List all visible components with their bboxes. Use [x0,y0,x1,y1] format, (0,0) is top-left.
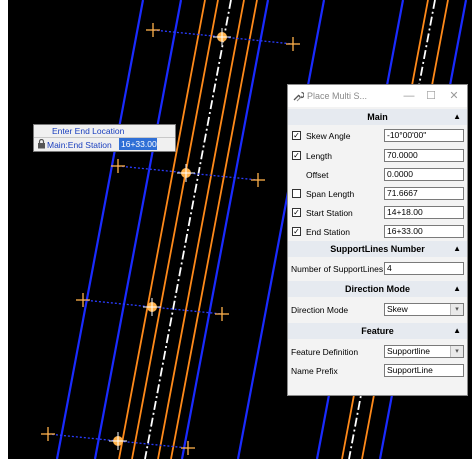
length-label: Length [306,151,332,161]
length-checkbox[interactable]: ✓ [292,151,301,160]
name-prefix-input[interactable]: SupportLine [384,364,464,377]
section-header-direction[interactable]: Direction Mode ▲ [288,281,467,297]
station-marker [177,164,195,182]
blue-boundary-line [180,0,270,459]
wrench-icon [293,91,304,102]
direction-mode-label: Direction Mode [291,305,349,315]
orange-lane-line [170,0,258,459]
support-endpoint-marker [251,173,265,187]
section-header-main[interactable]: Main ▲ [288,109,467,125]
blue-boundary-line [55,0,145,459]
blue-boundary-line [93,0,183,459]
section-header-supportlines[interactable]: SupportLines Number ▲ [288,241,467,257]
prompt-field-label: Main:End Station [47,140,112,150]
feature-definition-value: Supportline [387,346,431,356]
lock-icon[interactable] [37,139,46,149]
prompt-title: Enter End Location [52,126,125,136]
collapse-icon[interactable]: ▲ [453,281,461,297]
name-prefix-label: Name Prefix [291,366,338,376]
direction-mode-select[interactable]: Skew ▾ [384,303,464,316]
chevron-down-icon[interactable]: ▾ [450,304,463,315]
support-endpoint-marker [41,427,55,441]
feature-definition-select[interactable]: Supportline ▾ [384,345,464,358]
place-multi-supportlines-dialog: Place Multi S... — ☐ ✕ Main ▲ ✓ Skew Ang… [287,84,468,396]
start-station-input[interactable]: 14+18.00 [384,206,464,219]
collapse-icon[interactable]: ▲ [453,323,461,339]
prompt-field-input[interactable]: 16+33.00 [119,138,157,150]
centerline [144,0,232,459]
support-endpoint-marker [286,37,300,51]
end-station-checkbox[interactable]: ✓ [292,227,301,236]
orange-lane-line [131,0,219,459]
supportlines-number-label: Number of SupportLines [291,264,384,274]
end-station-input[interactable]: 16+33.00 [384,225,464,238]
support-endpoint-marker [215,307,229,321]
section-title-supportlines: SupportLines Number [330,244,425,254]
direction-mode-value: Skew [387,304,408,314]
span-length-label: Span Length [306,189,355,199]
supportlines-number-input[interactable]: 4 [384,262,464,275]
chevron-down-icon[interactable]: ▾ [450,346,463,357]
feature-definition-label: Feature Definition [291,347,359,357]
close-button[interactable]: ✕ [447,89,461,103]
minimize-button[interactable]: — [402,89,416,103]
dialog-titlebar[interactable]: Place Multi S... — ☐ ✕ [288,85,467,107]
maximize-button[interactable]: ☐ [424,89,438,103]
skew-angle-label: Skew Angle [306,131,351,141]
orange-lane-line [157,0,245,459]
section-title-main: Main [367,112,388,122]
support-endpoint-marker [146,23,160,37]
section-title-feature: Feature [361,326,394,336]
offset-label: Offset [306,170,329,180]
orange-lane-line [118,0,206,459]
end-station-label: End Station [306,227,350,237]
length-input[interactable]: 70.0000 [384,149,464,162]
dialog-title: Place Multi S... [307,91,368,101]
collapse-icon[interactable]: ▲ [453,241,461,257]
offset-input[interactable]: 0.0000 [384,168,464,181]
collapse-icon[interactable]: ▲ [453,109,461,125]
station-marker [213,28,231,46]
span-length-input[interactable]: 71.6667 [384,187,464,200]
start-station-checkbox[interactable]: ✓ [292,208,301,217]
section-header-feature[interactable]: Feature ▲ [288,323,467,339]
start-station-label: Start Station [306,208,353,218]
location-prompt: Enter End Location Main:End Station 16+3… [33,124,176,152]
span-length-checkbox[interactable] [292,189,301,198]
section-title-direction: Direction Mode [344,284,410,294]
skew-angle-checkbox[interactable]: ✓ [292,131,301,140]
skew-angle-input[interactable]: -10°00'00" [384,129,464,142]
